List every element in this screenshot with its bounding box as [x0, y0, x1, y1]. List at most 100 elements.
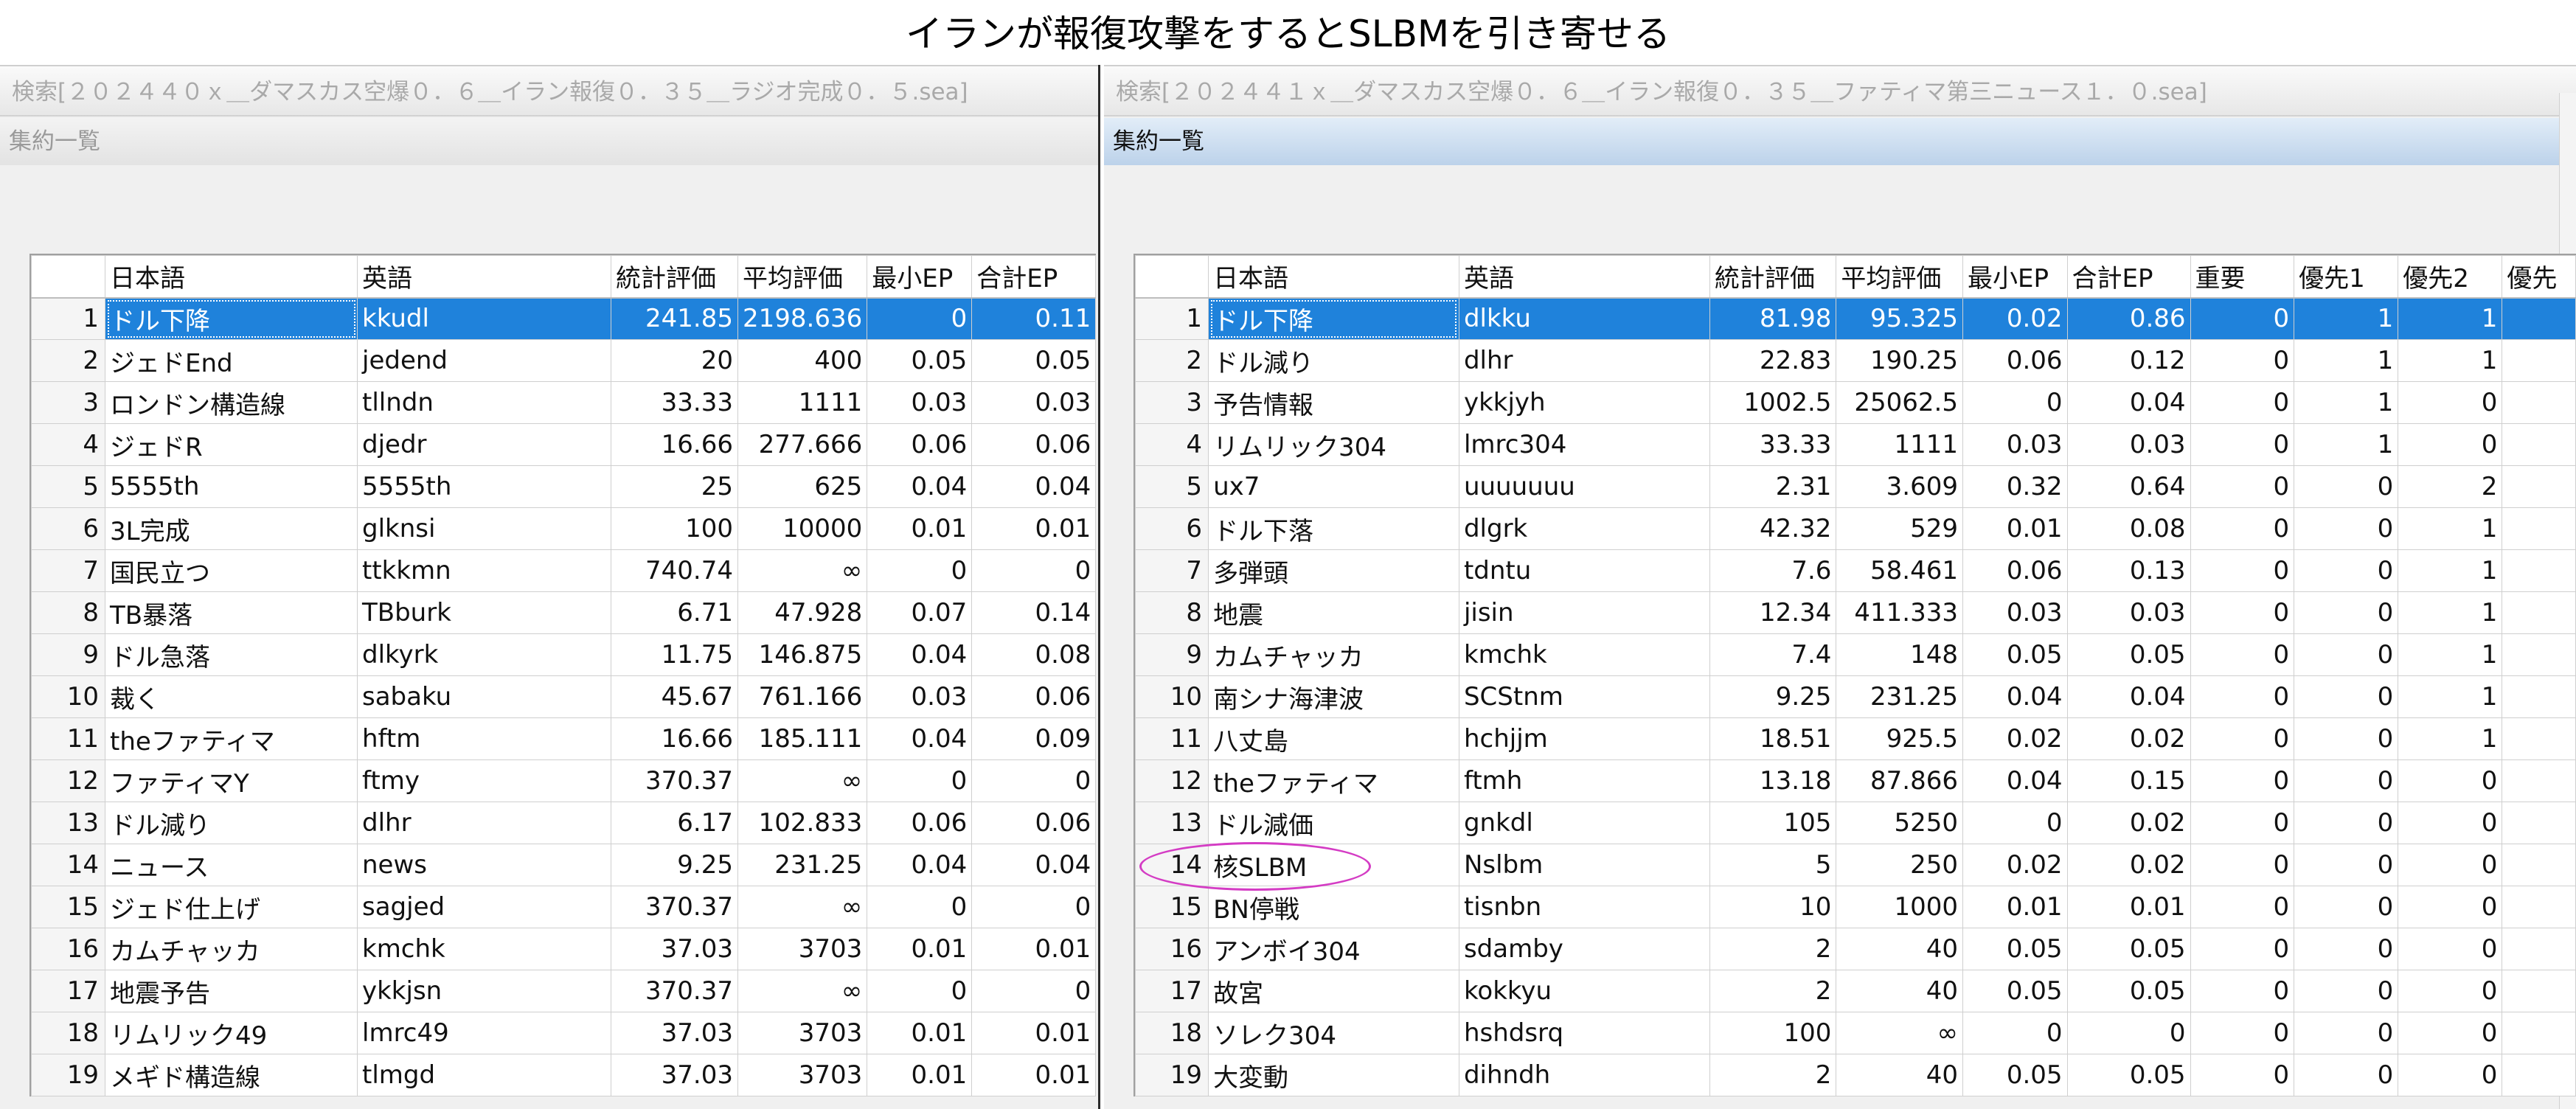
table-cell[interactable]: 0 [2398, 970, 2503, 1012]
table-cell[interactable]: 0 [2190, 465, 2295, 508]
table-cell[interactable]: 0.03 [971, 381, 1097, 424]
table-cell[interactable]: 0.05 [867, 339, 973, 382]
table-row[interactable]: 18 リムリック49 lmrc49 37.03 3703 0.01 0.01 [31, 1012, 1097, 1054]
table-row[interactable]: 19 メギド構造線 tlmgd 37.03 3703 0.01 0.01 [31, 1054, 1097, 1096]
table-cell[interactable]: 0.04 [867, 633, 973, 676]
table-cell[interactable]: 0 [2190, 1054, 2295, 1096]
row-number-cell[interactable]: 19 [31, 1054, 105, 1096]
table-cell[interactable]: 0 [2190, 675, 2295, 718]
table-cell[interactable]: 0 [2190, 339, 2295, 382]
table-cell[interactable]: 16.66 [611, 423, 738, 466]
table-cell[interactable]: ykkjsn [357, 970, 611, 1012]
column-header[interactable]: 平均評価 [1836, 255, 1963, 299]
column-header[interactable]: 優先1 [2294, 255, 2399, 299]
table-cell[interactable]: 1 [2398, 633, 2503, 676]
table-cell[interactable]: 0.01 [971, 1012, 1097, 1054]
table-cell[interactable]: 0.15 [2066, 759, 2191, 802]
table-cell[interactable]: 45.67 [611, 675, 738, 718]
table-cell[interactable]: アンボイ304 [1208, 928, 1459, 970]
table-cell[interactable]: 大変動 [1208, 1054, 1459, 1096]
table-cell[interactable]: 5555th [357, 465, 611, 508]
column-header[interactable]: 優先 [2502, 255, 2576, 299]
table-cell[interactable] [2502, 675, 2576, 718]
table-row[interactable]: 19 大変動 dihndh 2 40 0.05 0.05 0 0 0 [1134, 1054, 2576, 1096]
table-cell[interactable] [2502, 549, 2576, 592]
table-cell[interactable]: 0.02 [1962, 717, 2068, 760]
table-row[interactable]: 18 ソレク304 hshdsrq 100 ∞ 0 0 0 0 0 [1134, 1012, 2576, 1054]
column-header[interactable]: 優先2 [2398, 255, 2503, 299]
table-row[interactable]: 13 ドル減り dlhr 6.17 102.833 0.06 0.06 [31, 802, 1097, 844]
table-cell[interactable]: 37.03 [611, 1054, 738, 1096]
table-cell[interactable]: 0.06 [971, 802, 1097, 844]
table-cell[interactable]: 0.03 [2066, 423, 2191, 466]
table-cell[interactable]: 11.75 [611, 633, 738, 676]
row-number-cell[interactable]: 11 [1134, 717, 1209, 760]
table-cell[interactable]: 925.5 [1836, 717, 1963, 760]
table-cell[interactable] [2502, 423, 2576, 466]
table-cell[interactable] [2502, 759, 2576, 802]
column-header[interactable]: 合計EP [2066, 255, 2191, 299]
table-cell[interactable]: ∞ [1836, 1012, 1963, 1054]
table-cell[interactable]: 0.05 [1962, 633, 2068, 676]
table-cell[interactable]: jisin [1458, 591, 1710, 634]
table-cell[interactable]: 13.18 [1709, 759, 1837, 802]
table-cell[interactable]: 0 [2190, 759, 2295, 802]
table-cell[interactable]: 0.01 [867, 1012, 973, 1054]
table-cell[interactable]: 故宮 [1208, 970, 1459, 1012]
table-cell[interactable]: 0.04 [867, 465, 973, 508]
table-row[interactable]: 4 リムリック304 lmrc304 33.33 1111 0.03 0.03 0 1 0 [1134, 423, 2576, 466]
table-cell[interactable]: 1 [2398, 297, 2503, 340]
table-cell[interactable]: 241.85 [611, 297, 738, 340]
table-cell[interactable]: 0.02 [2066, 717, 2191, 760]
table-cell[interactable]: news [357, 844, 611, 886]
table-cell[interactable]: 0 [867, 297, 973, 340]
table-cell[interactable]: 0.01 [971, 928, 1097, 970]
table-cell[interactable]: 0.12 [2066, 339, 2191, 382]
table-cell[interactable]: 0 [2294, 928, 2399, 970]
column-header[interactable]: 日本語 [105, 255, 358, 299]
table-cell[interactable]: 3703 [737, 1012, 868, 1054]
table-cell[interactable]: 0.01 [971, 1054, 1097, 1096]
table-cell[interactable]: 7.4 [1709, 633, 1837, 676]
left-summary-bar[interactable]: 集約一覧 [0, 118, 1098, 165]
table-cell[interactable]: 2 [1709, 970, 1837, 1012]
row-number-cell[interactable]: 11 [31, 717, 105, 760]
table-cell[interactable]: 1 [2398, 339, 2503, 382]
table-cell[interactable]: ファティマY [105, 759, 358, 802]
table-cell[interactable]: 529 [1836, 507, 1963, 550]
table-row[interactable]: 11 八丈島 hchjjm 18.51 925.5 0.02 0.02 0 0 1 [1134, 717, 2576, 760]
table-row[interactable]: 8 地震 jisin 12.34 411.333 0.03 0.03 0 0 1 [1134, 591, 2576, 634]
table-cell[interactable]: 0.06 [971, 675, 1097, 718]
table-row[interactable]: 5 5555th 5555th 25 625 0.04 0.04 [31, 465, 1097, 508]
table-row[interactable]: 2 ジェドEnd jedend 20 400 0.05 0.05 [31, 339, 1097, 382]
table-cell[interactable]: 裁く [105, 675, 358, 718]
table-cell[interactable]: 370.37 [611, 970, 738, 1012]
table-cell[interactable]: ∞ [737, 549, 868, 592]
table-cell[interactable]: 0 [2398, 381, 2503, 424]
table-cell[interactable]: 0 [971, 886, 1097, 928]
table-cell[interactable] [2502, 591, 2576, 634]
table-cell[interactable]: 3.609 [1836, 465, 1963, 508]
table-cell[interactable]: 1002.5 [1709, 381, 1837, 424]
table-cell[interactable]: TBburk [357, 591, 611, 634]
table-cell[interactable] [2502, 465, 2576, 508]
table-cell[interactable]: 10 [1709, 886, 1837, 928]
row-number-cell[interactable]: 17 [1134, 970, 1209, 1012]
row-number-cell[interactable]: 4 [1134, 423, 1209, 466]
table-cell[interactable]: kmchk [1458, 633, 1710, 676]
row-number-cell[interactable]: 10 [31, 675, 105, 718]
table-cell[interactable]: dihndh [1458, 1054, 1710, 1096]
table-row[interactable]: 7 国民立つ ttkkmn 740.74 ∞ 0 0 [31, 549, 1097, 592]
table-cell[interactable]: 1 [2398, 507, 2503, 550]
table-cell[interactable]: 33.33 [611, 381, 738, 424]
table-row[interactable]: 15 BN停戦 tisnbn 10 1000 0.01 0.01 0 0 0 [1134, 886, 2576, 928]
table-cell[interactable]: 1111 [1836, 423, 1963, 466]
table-cell[interactable]: ニュース [105, 844, 358, 886]
table-cell[interactable]: 0 [2190, 549, 2295, 592]
row-number-cell[interactable]: 17 [31, 970, 105, 1012]
table-cell[interactable]: BN停戦 [1208, 886, 1459, 928]
table-cell[interactable] [2502, 1054, 2576, 1096]
table-row[interactable]: 4 ジェドR djedr 16.66 277.666 0.06 0.06 [31, 423, 1097, 466]
right-window-title[interactable]: 検索[２０２４４１ｘ＿ダマスカス空爆０．６＿イラン報復０．３５＿ファティマ第三ニ… [1104, 65, 2576, 117]
table-cell[interactable]: 47.928 [737, 591, 868, 634]
